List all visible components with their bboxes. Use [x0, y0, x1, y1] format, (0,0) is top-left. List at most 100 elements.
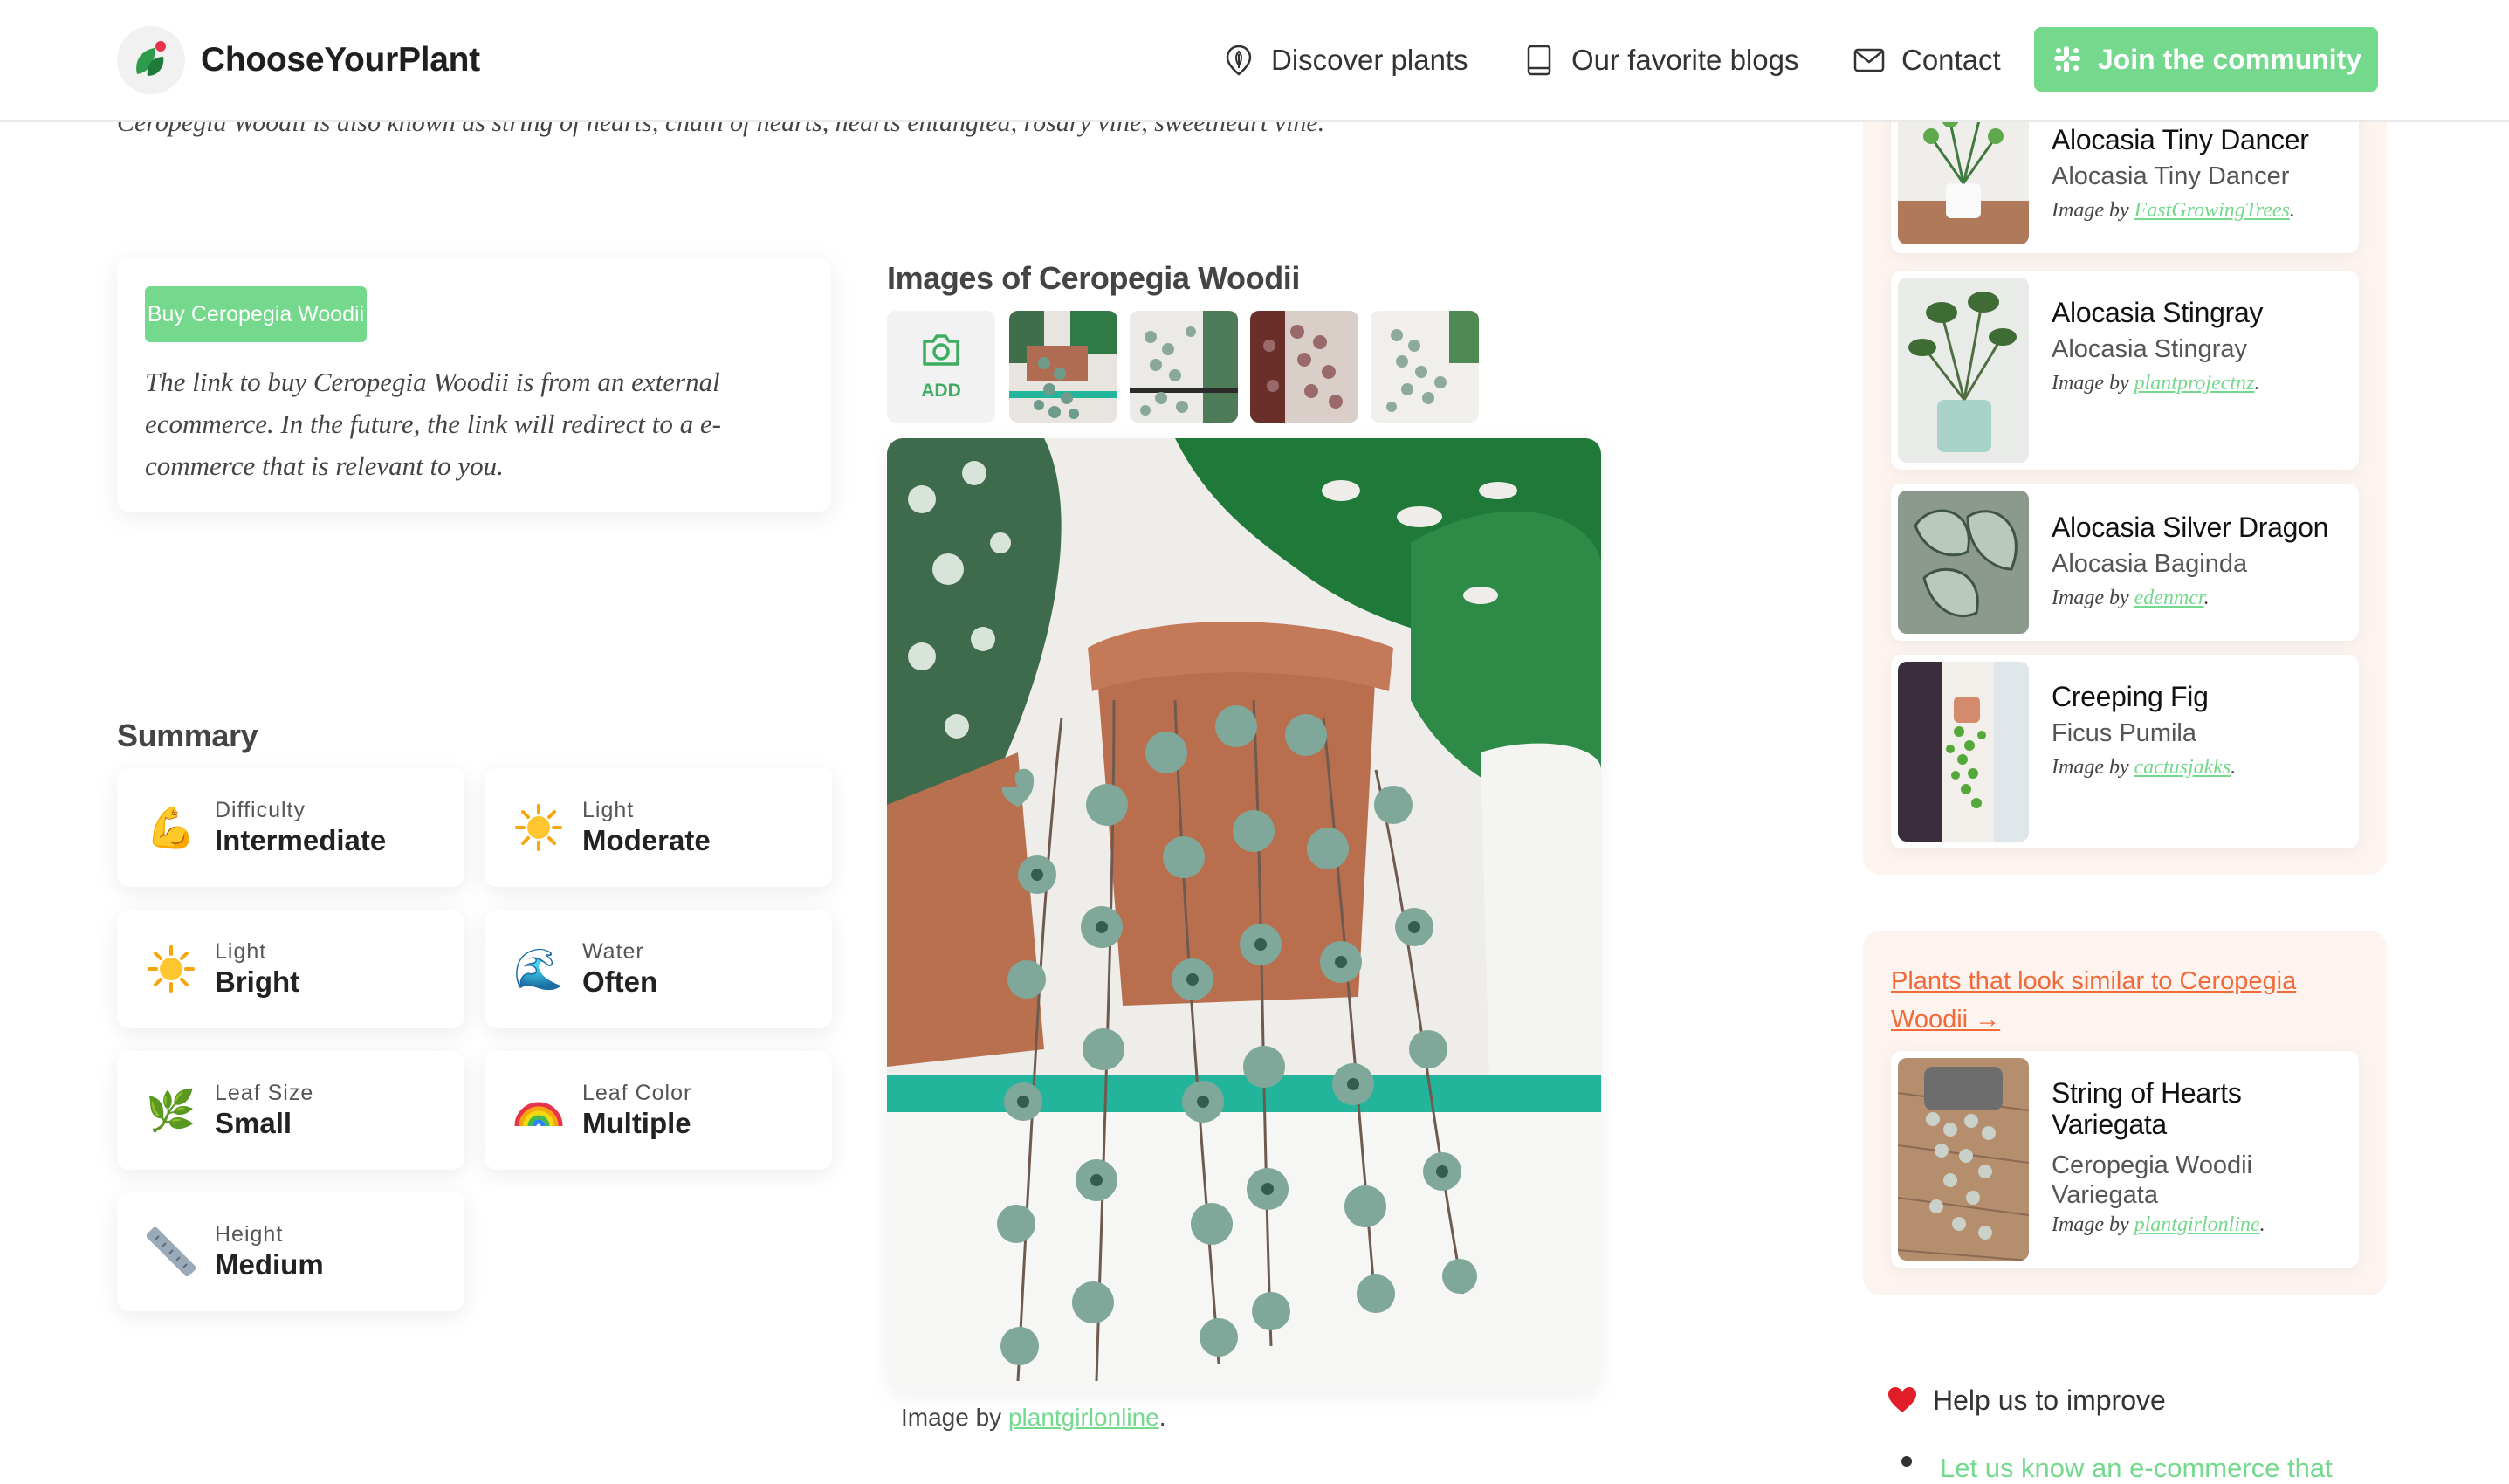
ruler-icon — [145, 1226, 197, 1278]
heart-icon — [1887, 1386, 1917, 1416]
buy-plant-button[interactable]: Buy Ceropegia Woodii — [145, 286, 367, 342]
credit-suffix: . — [2203, 587, 2210, 609]
summary-value: Intermediate — [215, 824, 387, 856]
summary-light-bright: Light Bright — [117, 910, 464, 1028]
site-name: ChooseYourPlant — [201, 41, 480, 79]
nav-discover-plants[interactable]: Discover plants — [1222, 35, 1468, 86]
plant-image-credit: Image by plantgirlonline. — [2052, 1213, 2265, 1237]
credit-prefix: Image by — [2052, 756, 2134, 779]
plant-scientific-name: Ceropegia Woodii Variegata — [2052, 1151, 2252, 1209]
plant-card-creeping-fig[interactable]: Creeping Fig Ficus Pumila Image by cactu… — [1891, 655, 2359, 848]
plant-card-alocasia-silver-dragon[interactable]: Alocasia Silver Dragon Alocasia Baginda … — [1891, 484, 2359, 641]
main-plant-image[interactable] — [887, 438, 1601, 1391]
nav-label: Our favorite blogs — [1571, 44, 1799, 76]
plant-image-credit: Image by edenmcr. — [2052, 587, 2210, 610]
credit-suffix: . — [2289, 199, 2295, 222]
plant-name: Alocasia Silver Dragon — [2052, 512, 2329, 543]
summary-leaf-color: Leaf Color Multiple — [485, 1051, 832, 1170]
join-community-button[interactable]: Join the community — [2034, 27, 2378, 92]
plant-thumbnail — [1898, 1058, 2029, 1261]
summary-value: Moderate — [582, 824, 711, 856]
buy-card: Buy Ceropegia Woodii The link to buy Cer… — [117, 258, 831, 512]
plant-image-credit: Image by FastGrowingTrees. — [2052, 199, 2295, 223]
summary-title: Summary — [117, 718, 258, 753]
summary-label: Water — [582, 939, 644, 964]
summary-label: Light — [215, 939, 267, 964]
sun-icon — [512, 801, 565, 854]
logo-leaf-icon — [117, 26, 185, 94]
add-image-button[interactable]: ADD — [887, 311, 995, 423]
credit-prefix: Image by — [2052, 1213, 2134, 1236]
caption-prefix: Image by — [901, 1404, 1008, 1431]
plant-scientific-name: Alocasia Baginda — [2052, 550, 2248, 578]
slack-icon — [2051, 43, 2084, 76]
nav-contact[interactable]: Contact — [1853, 35, 2001, 86]
summary-label: Light — [582, 798, 635, 822]
credit-suffix: . — [2231, 756, 2237, 779]
list-bullet — [1901, 1456, 1912, 1467]
summary-leaf-size: 🌿 Leaf Size Small — [117, 1051, 464, 1170]
sun-icon — [145, 943, 197, 995]
credit-author-link[interactable]: cactusjakks — [2134, 756, 2231, 779]
help-title: Help us to improve — [1933, 1384, 2166, 1416]
summary-label: Height — [215, 1222, 284, 1247]
plant-name: Alocasia Tiny Dancer — [2052, 124, 2309, 155]
plant-thumbnail — [1898, 491, 2029, 634]
credit-suffix: . — [2254, 372, 2260, 395]
summary-value: Often — [582, 965, 658, 998]
credit-author-link[interactable]: edenmcr — [2134, 587, 2204, 609]
buy-disclaimer: The link to buy Ceropegia Woodii is from… — [145, 367, 721, 481]
summary-value: Medium — [215, 1248, 324, 1281]
main-image-caption: Image by plantgirlonline. — [901, 1404, 1166, 1432]
plant-name: Alocasia Stingray — [2052, 297, 2264, 328]
plant-scientific-name: Alocasia Tiny Dancer — [2052, 162, 2290, 190]
image-thumbnail[interactable] — [1250, 311, 1358, 423]
site-header: ChooseYourPlant Discover plants Our favo… — [0, 0, 2509, 122]
site-logo[interactable]: ChooseYourPlant — [117, 26, 480, 94]
add-image-label: ADD — [921, 380, 961, 401]
summary-value: Small — [215, 1107, 292, 1139]
credit-author-link[interactable]: plantgirlonline — [2134, 1213, 2260, 1236]
flexed-biceps-icon: 💪 — [146, 804, 196, 850]
caption-suffix: . — [1158, 1404, 1166, 1431]
credit-prefix: Image by — [2052, 587, 2134, 609]
help-improve-section: Help us to improve — [1887, 1384, 2166, 1417]
nav-favorite-blogs[interactable]: Our favorite blogs — [1523, 35, 1798, 86]
book-icon — [1523, 44, 1556, 77]
image-thumbnail[interactable] — [1009, 311, 1117, 423]
plant-image-credit: Image by cactusjakks. — [2052, 756, 2236, 780]
caption-author-link[interactable]: plantgirlonline — [1008, 1404, 1159, 1431]
nav-label: Contact — [1901, 44, 2001, 76]
images-title: Images of Ceropegia Woodii — [887, 260, 1300, 296]
plant-card-string-of-hearts-variegata[interactable]: String of Hearts Variegata Ceropegia Woo… — [1891, 1051, 2359, 1268]
similar-plants-link[interactable]: Plants that look similar to Ceropegia Wo… — [1891, 962, 2345, 1039]
camera-icon — [921, 333, 961, 372]
credit-author-link[interactable]: plantprojectnz — [2134, 372, 2255, 395]
summary-light-moderate: Light Moderate — [485, 768, 832, 887]
summary-difficulty: 💪 Difficulty Intermediate — [117, 768, 464, 887]
pin-leaf-icon — [1222, 44, 1255, 77]
credit-suffix: . — [2259, 1213, 2265, 1236]
join-community-label: Join the community — [2097, 43, 2362, 75]
mail-icon — [1853, 44, 1886, 77]
summary-label: Leaf Color — [582, 1081, 692, 1105]
summary-value: Multiple — [582, 1107, 691, 1139]
plant-scientific-name: Alocasia Stingray — [2052, 335, 2248, 363]
plant-thumbnail — [1898, 662, 2029, 842]
plant-name: Creeping Fig — [2052, 681, 2209, 712]
summary-height: Height Medium — [117, 1192, 464, 1311]
plant-thumbnail — [1898, 278, 2029, 463]
summary-value: Bright — [215, 965, 300, 998]
suggest-ecommerce-link[interactable]: Let us know an e-commerce that — [1940, 1453, 2333, 1484]
plant-name: String of Hearts Variegata — [2052, 1077, 2242, 1140]
plant-scientific-name: Ficus Pumila — [2052, 719, 2196, 747]
credit-author-link[interactable]: FastGrowingTrees — [2134, 199, 2290, 222]
herb-icon: 🌿 — [146, 1087, 196, 1133]
nav-label: Discover plants — [1271, 44, 1468, 76]
image-thumbnail[interactable] — [1371, 311, 1479, 423]
credit-prefix: Image by — [2052, 372, 2134, 395]
credit-prefix: Image by — [2052, 199, 2134, 222]
water-wave-icon: 🌊 — [513, 945, 564, 992]
image-thumbnail[interactable] — [1130, 311, 1238, 423]
plant-card-alocasia-stingray[interactable]: Alocasia Stingray Alocasia Stingray Imag… — [1891, 271, 2359, 470]
